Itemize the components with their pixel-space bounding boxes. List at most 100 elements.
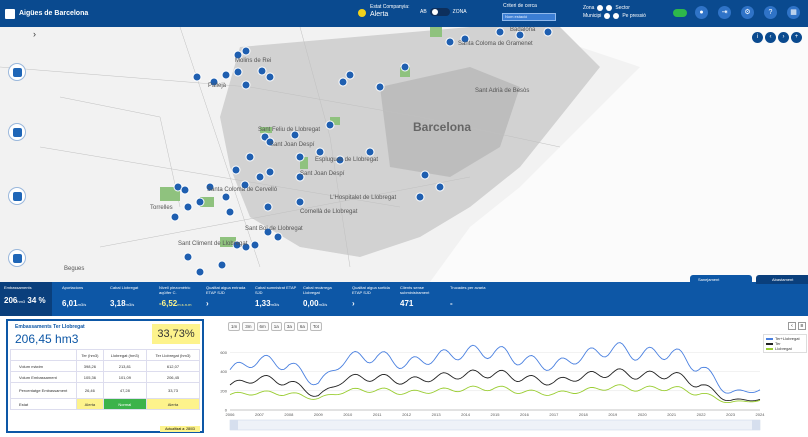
logo-icon — [5, 8, 15, 19]
stat-label: Trucades per avaria — [450, 285, 486, 290]
table-cell: 612,07 — [145, 360, 201, 372]
table-header-row: Ter (hm3) Llobregat (hm3) Ter Llobregat … — [10, 349, 201, 361]
status-badge: Alerta — [145, 398, 201, 410]
x-tick-label: 2014 — [461, 412, 471, 417]
map-tool-lab[interactable] — [8, 187, 26, 205]
status-badge: Alerta — [76, 398, 104, 410]
status-indicator-icon — [358, 9, 366, 17]
tab-abastament[interactable]: Abastament — [756, 275, 808, 284]
stat-cabal-llobregat[interactable]: Cabal Llobregat 3,18m3/s — [110, 285, 150, 308]
stat-cabal-subministrat[interactable]: Cabal sumnistrat ETAP SJD 1,33m3/s — [255, 285, 299, 308]
next-icon[interactable]: › — [778, 32, 789, 43]
map-tool-pipe[interactable] — [8, 249, 26, 267]
series-line-ter — [229, 368, 761, 402]
map-label-palleja: Pallejà — [208, 83, 227, 89]
sector-label: Sector — [615, 5, 630, 11]
truck-icon — [12, 127, 22, 137]
table-row: Volum màxim 398,26 213,81 612,07 — [10, 360, 201, 372]
map-view[interactable]: › Badalona Santa Coloma de Gramenet Sant… — [0, 27, 808, 282]
map-label-torrelles: Torrelles — [150, 205, 173, 211]
flask-icon — [12, 191, 22, 201]
table-row: Percentatge Embassament 26,46 47,28 33,7… — [10, 382, 201, 399]
stat-embassaments[interactable]: Embassaments 206hm3 34 % — [0, 282, 52, 316]
legend-item[interactable]: Llobregat — [766, 346, 804, 351]
map-label-barcelona: Barcelona — [413, 120, 472, 134]
stat-clients-sense[interactable]: Clients sense subministrament 471 — [400, 285, 446, 308]
expand-icon[interactable]: + — [791, 32, 802, 43]
stat-nivell-piezometric[interactable]: Nivell piezomètric aqüífer C. -6,52m.s.n… — [159, 285, 203, 308]
scope-toggle[interactable]: AB ZONA — [420, 8, 467, 16]
info-icon[interactable]: i — [752, 32, 763, 43]
search-criteria-label: Criteri de cerca — [503, 3, 537, 9]
municipi-label: Municipi — [583, 13, 602, 19]
layer-toggle[interactable] — [673, 9, 687, 17]
stat-extra: 34 % — [27, 296, 46, 305]
stat-label: Clients sense subministrament — [400, 285, 430, 295]
user-icon[interactable]: ● — [695, 6, 708, 19]
map-tool-station[interactable] — [8, 63, 26, 81]
table-cell: 47,28 — [102, 382, 147, 399]
x-tick-label: 2006 — [226, 412, 236, 417]
stat-qualitat-entrada[interactable]: Qualitat aigua entrada ETAP SJD › — [206, 285, 250, 308]
toggle-switch[interactable] — [429, 8, 450, 16]
row-label: Volum Embassament — [10, 371, 77, 383]
x-tick-label: 2015 — [491, 412, 501, 417]
bottom-panel: Embassaments Ter Llobregat 206,45 hm3 33… — [0, 316, 808, 437]
legend-label: Llobregat — [775, 346, 792, 351]
stat-value: -6,52 — [159, 299, 178, 308]
app-title: Aigües de Barcelona — [19, 10, 89, 17]
search-criteria-select[interactable]: Nom estació — [502, 13, 556, 21]
zone-label: Zona — [583, 5, 595, 11]
chart-panel: 1m 3m 6m 1a 3a 6a Tot ‹ ≡ 0 200 400 600 2006… — [210, 318, 808, 437]
stat-label: Cabal sumnistrat ETAP SJD — [255, 285, 297, 295]
map-label-santa-coloma-gramenet: Santa Coloma de Gramenet — [458, 41, 533, 47]
x-tick-label: 2012 — [402, 412, 412, 417]
stat-unit: m.s.n.m — [177, 302, 192, 307]
status-badge: Normal — [102, 398, 147, 410]
table-cell: 213,81 — [102, 360, 147, 372]
help-icon[interactable]: ? — [764, 6, 777, 19]
zoom-button[interactable]: 6m — [256, 322, 269, 331]
zoom-button[interactable]: 1m — [228, 322, 241, 331]
map-label-begues: Begues — [64, 266, 85, 272]
calendar-icon[interactable]: ▦ — [787, 6, 800, 19]
company-status: Estat Companyia: Alerta — [370, 4, 409, 18]
stat-value: 1,33 — [255, 299, 271, 308]
chart-navigator — [229, 419, 761, 431]
prev-icon[interactable]: ‹ — [765, 32, 776, 43]
zoom-button[interactable]: 3a — [283, 322, 295, 331]
x-tick-label: 2018 — [579, 412, 589, 417]
stat-trucades[interactable]: Trucades per avaria - — [450, 285, 494, 308]
line-chart[interactable]: 02004006002006 2007 2008 2009 2010 2011 2012 20… — [210, 318, 808, 437]
map-label-sant-climent: Sant Climent de Llobregat — [178, 241, 248, 247]
stat-label: Nivell piezomètric aqüífer C. — [159, 285, 191, 295]
zone-radio[interactable] — [597, 5, 604, 11]
map-label-sant-adria: Sant Adrià de Besòs — [475, 88, 530, 94]
stat-aportacions[interactable]: Aportacions 6,01m3/s — [62, 285, 102, 308]
zoom-button[interactable]: 6a — [296, 322, 308, 331]
stat-label: Cabal Llobregat — [110, 285, 139, 290]
stat-value: - — [450, 299, 453, 308]
pressio-radio[interactable] — [613, 13, 620, 19]
menu-icon[interactable]: ≡ — [798, 322, 806, 330]
stats-bar: Sanejament Abastament Embassaments 206hm… — [0, 275, 808, 316]
map-tool-vehicle[interactable] — [8, 123, 26, 141]
updated-timestamp: Actualitzat a: 28/03 — [160, 426, 200, 432]
stat-label: Aportacions — [62, 285, 84, 290]
settings-icon[interactable]: ⚙ — [741, 6, 754, 19]
stat-qualitat-sortida[interactable]: Qualitat aigua sortida ETAP SJD › — [352, 285, 396, 308]
collapse-chevron-icon[interactable]: › — [33, 29, 36, 39]
stat-cabal-recarrega[interactable]: Cabal recàrrega Llobregat 0,00m3/s — [303, 285, 347, 308]
zoom-button[interactable]: 3m — [242, 322, 255, 331]
zoom-button[interactable]: Tot — [309, 322, 322, 331]
map-label-esplugues: Esplugues de Llobregat — [315, 157, 379, 163]
logout-icon[interactable]: ⇥ — [718, 6, 731, 19]
tab-sanejament[interactable]: Sanejament — [690, 275, 752, 284]
back-icon[interactable]: ‹ — [788, 322, 796, 330]
zoom-button[interactable]: 1a — [270, 322, 282, 331]
station-icon — [12, 67, 22, 77]
sector-radio[interactable] — [606, 5, 613, 11]
x-tick-label: 2022 — [697, 412, 707, 417]
municipi-radio[interactable] — [604, 13, 611, 19]
x-tick-label: 2010 — [343, 412, 353, 417]
